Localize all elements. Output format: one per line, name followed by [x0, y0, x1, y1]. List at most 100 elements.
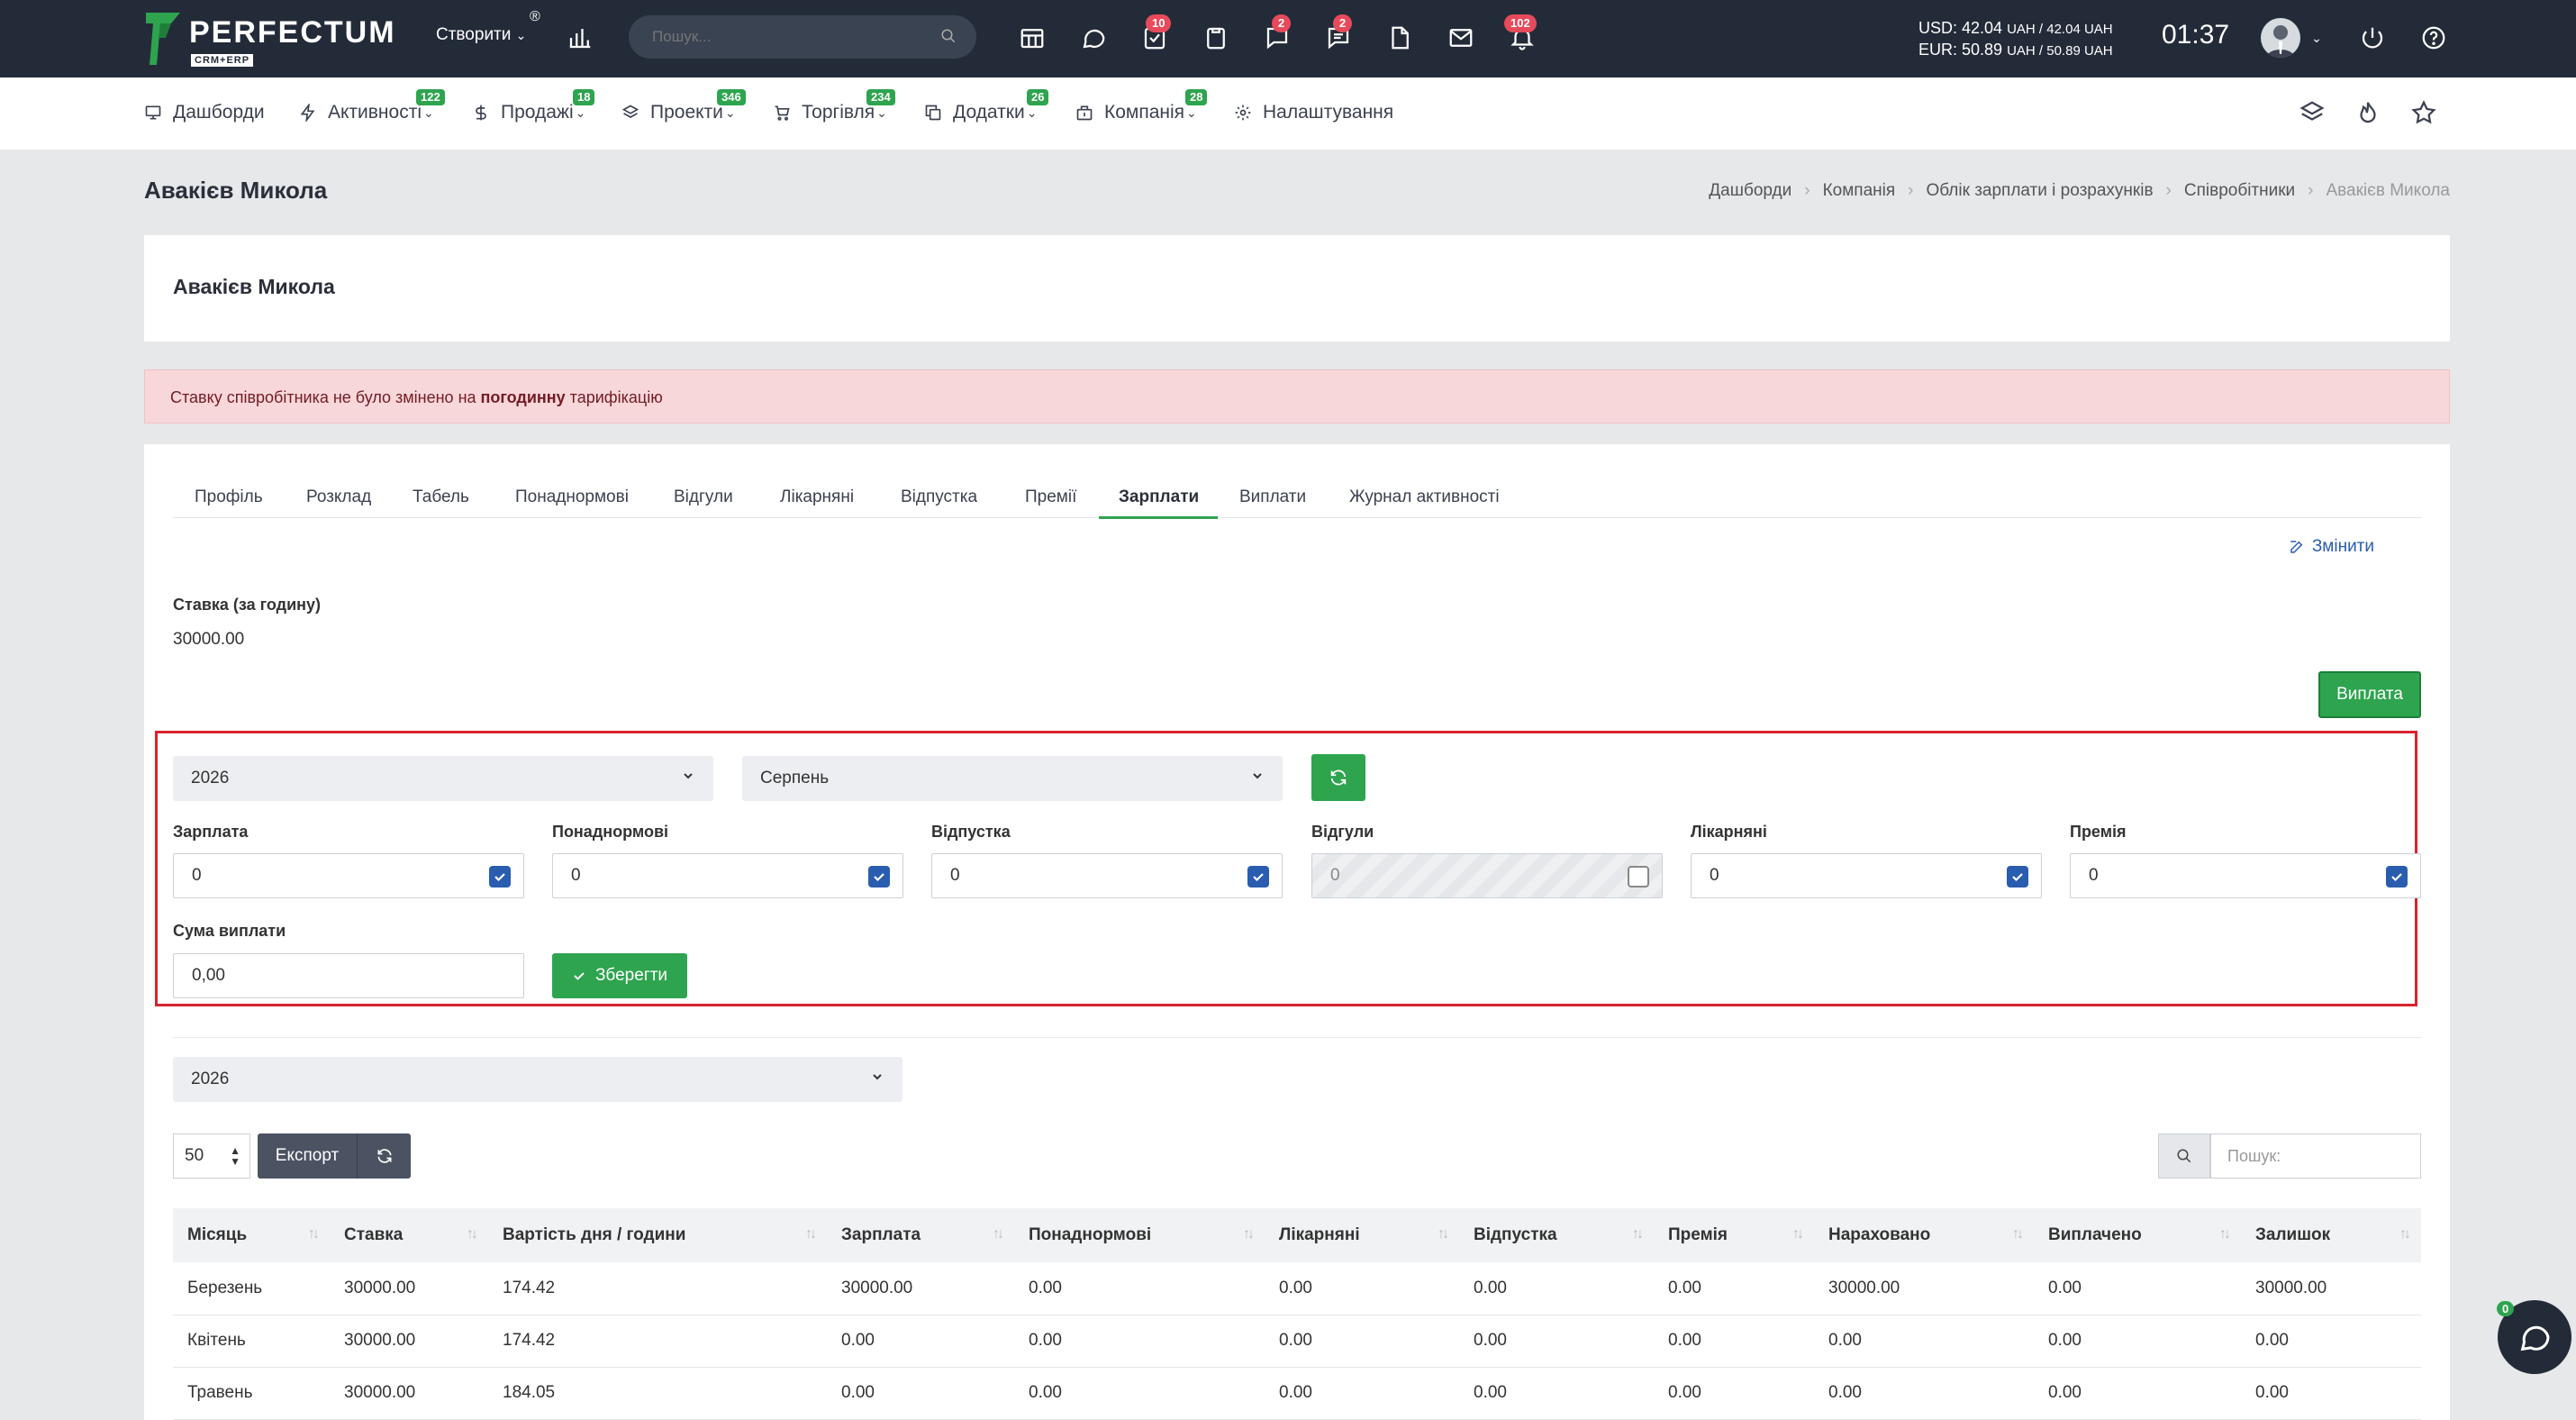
table-search-input[interactable]: Пошук: — [2210, 1133, 2421, 1179]
nav-item-settings[interactable]: Налаштування — [1234, 102, 1393, 123]
field-label-vacation: Відпустка — [931, 823, 1011, 841]
alert-prefix: Ставку співробітника не було змінено на — [170, 388, 481, 406]
chevron-down-icon — [684, 773, 693, 779]
copy-icon — [925, 105, 941, 121]
chart-icon[interactable] — [564, 22, 596, 54]
table-year-select[interactable]: 2026 — [173, 1057, 903, 1102]
tab-payments[interactable]: Виплати — [1239, 487, 1306, 507]
column-header[interactable]: Виплачено ↑↓ — [2034, 1208, 2241, 1262]
avatar[interactable] — [2261, 18, 2300, 58]
tab-sick-leave[interactable]: Лікарняні — [780, 487, 854, 507]
overtime-checkbox[interactable] — [868, 866, 890, 888]
column-header[interactable]: Відпустка ↑↓ — [1459, 1208, 1654, 1262]
monitor-icon — [145, 105, 161, 120]
column-header[interactable]: Премія ↑↓ — [1654, 1208, 1814, 1262]
mail-icon[interactable] — [1445, 22, 1477, 54]
column-header[interactable]: Залишок ↑↓ — [2241, 1208, 2421, 1262]
tab-bonuses[interactable]: Премії — [1025, 487, 1076, 507]
tab-overtime[interactable]: Понаднормові — [515, 487, 629, 507]
chevron-down-icon — [873, 1074, 882, 1080]
nav-item-apps[interactable]: Додатки ⌄ 26 — [924, 89, 1049, 123]
tab-schedule[interactable]: Розклад — [306, 487, 371, 507]
table-cell: 0.00 — [1654, 1367, 1814, 1420]
overtime-input[interactable]: 0 — [552, 853, 903, 898]
bonus-checkbox[interactable] — [2386, 866, 2408, 888]
breadcrumb-item[interactable]: Співробітники — [2184, 181, 2295, 201]
tab-timesheet[interactable]: Табель — [413, 487, 469, 507]
calendar-table-icon[interactable] — [1016, 22, 1048, 54]
salary-checkbox[interactable] — [489, 866, 511, 888]
table-cell: 0.00 — [1265, 1315, 1459, 1368]
employee-card: Авакієв Микола — [144, 235, 2450, 341]
column-header[interactable]: Зарплата ↑↓ — [827, 1208, 1014, 1262]
nav-label: Налаштування — [1263, 102, 1394, 123]
column-header[interactable]: Вартість дня / години ↑↓ — [488, 1208, 827, 1262]
dollar-icon — [476, 105, 486, 121]
nav-item-trade[interactable]: Торгівля ⌄ 234 — [773, 89, 895, 123]
edit-link[interactable]: Змінити — [2289, 537, 2374, 557]
tab-activity-log[interactable]: Журнал активності — [1349, 487, 1500, 507]
page-length-select[interactable]: 50 ▲ ▼ — [173, 1133, 250, 1179]
nav-item-projects[interactable]: Проекти ⌄ 346 — [621, 89, 746, 123]
column-header[interactable]: Місяць ↑↓ — [173, 1208, 330, 1262]
nav-label: Активності — [328, 102, 422, 123]
create-menu[interactable]: Створити ⌄ — [436, 25, 526, 45]
breadcrumb-item[interactable]: Облік зарплати і розрахунків — [1926, 181, 2153, 201]
salary-input[interactable]: 0 — [173, 853, 524, 898]
global-search-input[interactable] — [629, 15, 935, 59]
chevron-down-icon — [1253, 773, 1262, 779]
payment-sum-input[interactable]: 0,00 — [173, 953, 524, 998]
tab-days-off[interactable]: Відгули — [674, 487, 733, 507]
comment-icon[interactable] — [1077, 22, 1110, 54]
table-cell: 0.00 — [1459, 1367, 1654, 1420]
refresh-button[interactable] — [1311, 754, 1365, 801]
user-menu-chevron-icon[interactable]: ⌄ — [2308, 22, 2326, 54]
document-icon[interactable] — [1383, 22, 1416, 54]
save-button[interactable]: Зберегти — [552, 953, 687, 998]
tab-vacation[interactable]: Відпустка — [901, 487, 977, 507]
table-search-icon — [2158, 1133, 2210, 1179]
column-title: Нараховано — [1828, 1225, 1931, 1244]
column-header[interactable]: Нараховано ↑↓ — [1814, 1208, 2034, 1262]
sick-leave-checkbox[interactable] — [2007, 866, 2028, 888]
nav-item-activities[interactable]: Активності ⌄ 122 — [299, 89, 445, 123]
sick-leave-input[interactable]: 0 — [1691, 853, 2042, 898]
nav-item-dashboards[interactable]: Дашборди — [144, 102, 265, 123]
table-reload-button[interactable] — [357, 1133, 411, 1179]
vacation-input[interactable]: 0 — [931, 853, 1283, 898]
export-button[interactable]: Експорт — [258, 1133, 357, 1179]
table-cell: 30000.00 — [827, 1262, 1014, 1315]
global-search[interactable] — [629, 15, 976, 59]
clipboard-icon[interactable] — [1200, 22, 1232, 54]
power-icon[interactable] — [2356, 22, 2389, 54]
days-off-checkbox[interactable] — [1628, 866, 1649, 888]
nav-item-sales[interactable]: Продажі ⌄ 18 — [472, 89, 595, 123]
chevron-down-icon: ⌄ — [876, 105, 887, 120]
bonus-input-value: 0 — [2089, 866, 2099, 885]
tab-profile[interactable]: Профіль — [195, 487, 263, 507]
tab-salaries[interactable]: Зарплати — [1119, 487, 1199, 507]
column-header[interactable]: Понаднормові ↑↓ — [1014, 1208, 1265, 1262]
rate-eur: EUR: 50.89 — [1918, 41, 2003, 59]
star-icon[interactable] — [2410, 99, 2437, 126]
year-select[interactable]: 2026 — [173, 756, 713, 801]
flame-icon[interactable] — [2354, 99, 2381, 126]
column-header[interactable]: Лікарняні ↑↓ — [1265, 1208, 1459, 1262]
layers-shortcut-icon[interactable] — [2299, 99, 2326, 126]
edit-icon — [2290, 541, 2303, 553]
bonus-input[interactable]: 0 — [2070, 853, 2421, 898]
help-icon[interactable] — [2417, 22, 2450, 54]
breadcrumb-item[interactable]: Компанія — [1823, 181, 1896, 201]
table-cell: Квітень — [173, 1315, 330, 1368]
breadcrumb-item[interactable]: Дашборди — [1709, 181, 1791, 201]
nav-badge: 18 — [573, 89, 595, 105]
divider — [173, 1037, 2421, 1038]
pay-button[interactable]: Виплата — [2318, 671, 2421, 718]
vacation-checkbox[interactable] — [1247, 866, 1269, 888]
column-header[interactable]: Ставка ↑↓ — [330, 1208, 488, 1262]
nav-item-company[interactable]: Компанія ⌄ 28 — [1075, 89, 1208, 123]
month-select[interactable]: Серпень — [742, 756, 1283, 801]
logo[interactable]: PERFECTUM CRM+ERP ® — [144, 9, 540, 67]
table-row: Квітень 30000.00 174.42 0.00 0.00 0.00 0.00 0.0… — [173, 1315, 2421, 1368]
chevron-down-icon: ⌄ — [1186, 105, 1197, 120]
